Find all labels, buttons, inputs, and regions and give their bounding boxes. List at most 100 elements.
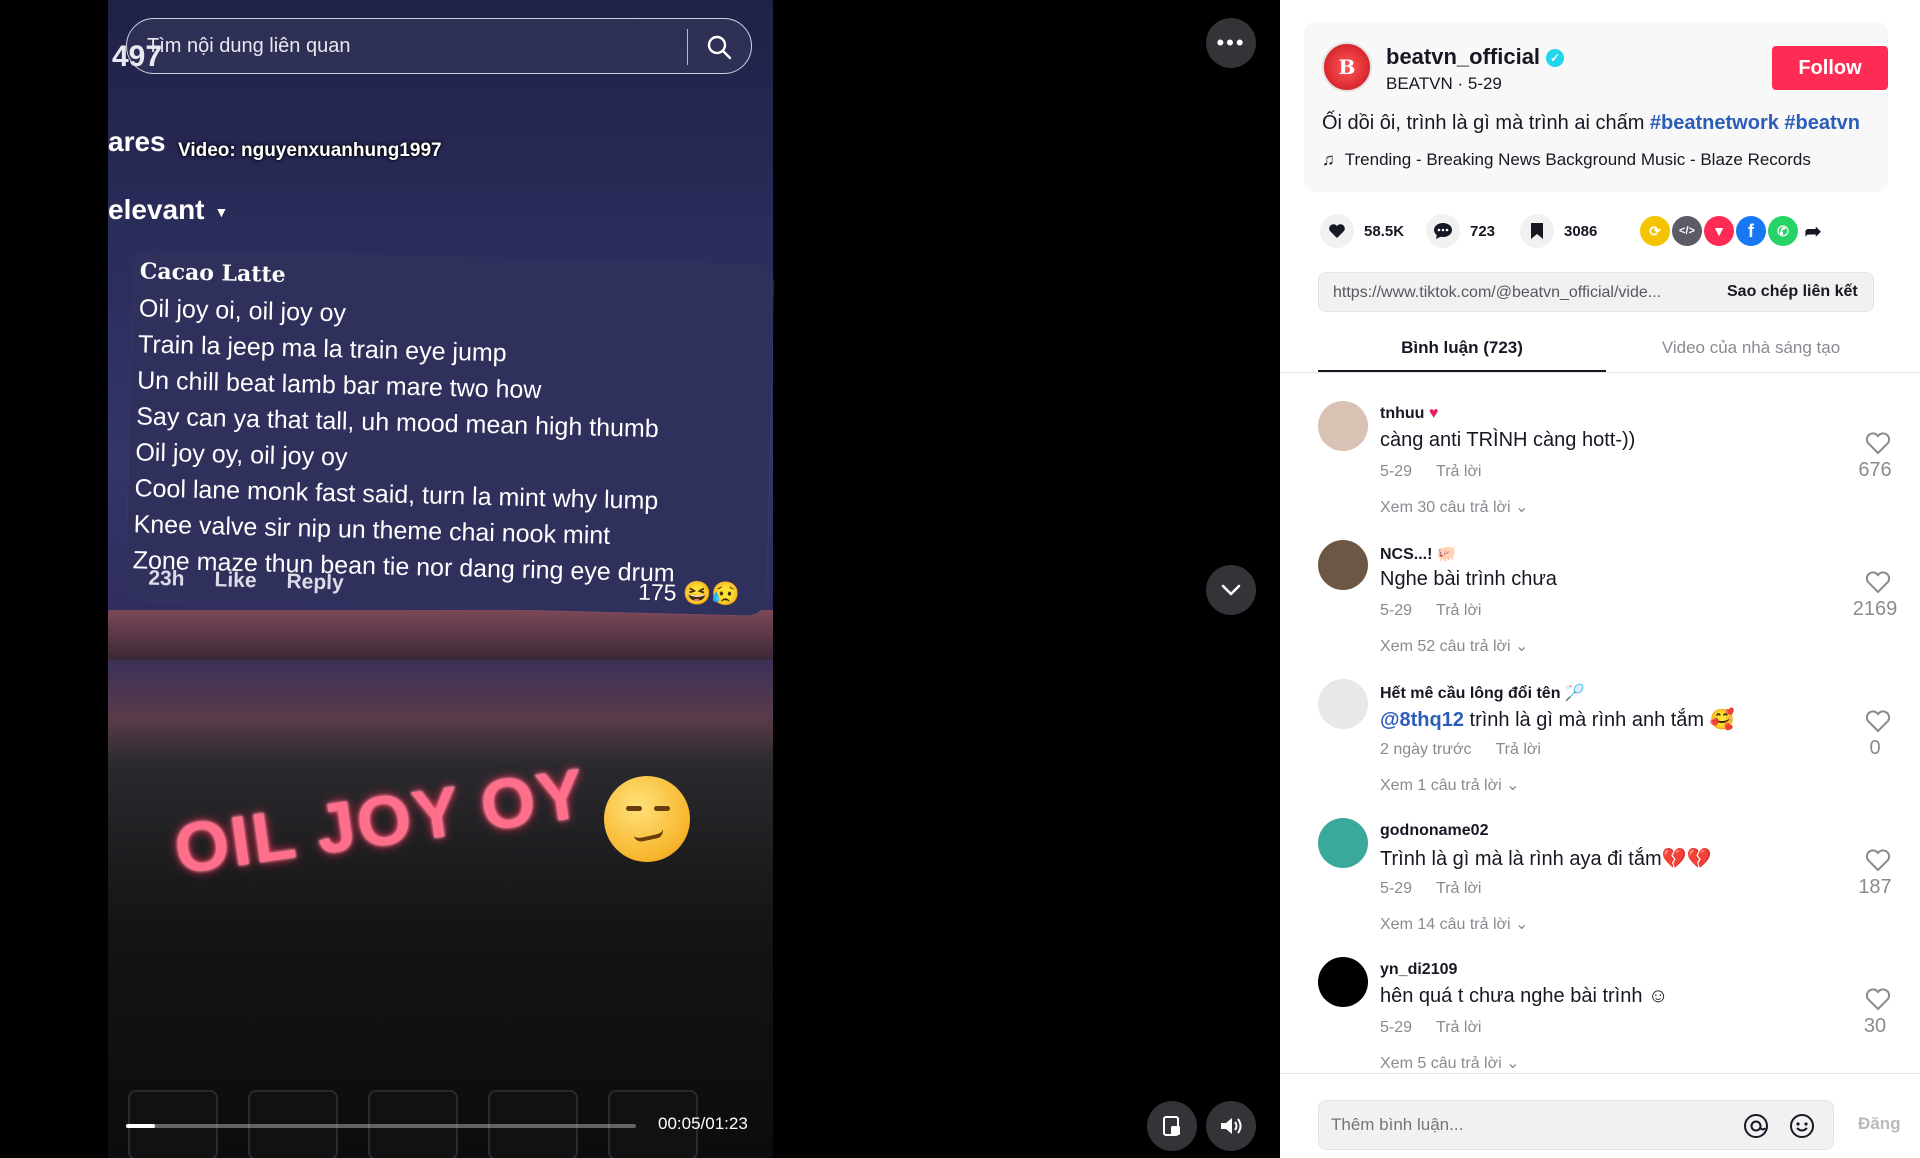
details-panel: B beatvn_official ✓ BEATVN · 5-29 Follow … xyxy=(1280,0,1920,1158)
post-comment-button[interactable]: Đăng xyxy=(1858,1114,1901,1134)
screen-glow xyxy=(108,610,773,660)
comment-text: @8thq12 trình là gì mà rình anh tắm 🥰 xyxy=(1380,707,1735,732)
panel-tabs: Bình luận (723) Video của nhà sáng tạo xyxy=(1318,328,1920,374)
smirk-emoji-icon xyxy=(604,776,690,862)
comment-author[interactable]: tnhuu ♥ xyxy=(1380,405,1438,423)
comment-count: 723 xyxy=(1470,222,1496,240)
like-heart-icon[interactable] xyxy=(1864,570,1892,594)
comment-author-text: Hết mê cầu lông đổi tên xyxy=(1380,685,1561,702)
post-info-card: B beatvn_official ✓ BEATVN · 5-29 Follow … xyxy=(1304,22,1888,192)
view-replies-text: Xem 5 câu trả lời xyxy=(1380,1055,1502,1072)
comment-input-box xyxy=(1318,1100,1834,1150)
search-divider xyxy=(687,29,688,65)
video-progress-fill xyxy=(126,1124,156,1128)
video-time: 00:05/01:23 xyxy=(658,1114,748,1133)
video-stage: 497 Tìm nội dung liên quan ares Video: n… xyxy=(0,0,1280,1158)
like-count: 58.5K xyxy=(1364,222,1405,240)
related-search-bar[interactable]: Tìm nội dung liên quan xyxy=(126,18,752,74)
bookmark-icon xyxy=(1520,214,1554,248)
mini-player-button[interactable] xyxy=(1147,1101,1197,1151)
author-username[interactable]: beatvn_official ✓ xyxy=(1386,44,1565,70)
comment-input[interactable] xyxy=(1331,1101,1731,1149)
comment-author[interactable]: Hết mê cầu lông đổi tên 🏸 xyxy=(1380,683,1585,703)
comment-meta: 2 ngày trước Trả lời xyxy=(1380,741,1541,759)
reply-link[interactable]: Trả lời xyxy=(1436,880,1481,897)
view-replies-link[interactable]: Xem 5 câu trả lời ⌄ xyxy=(1380,1053,1520,1073)
send-icon[interactable]: ▼ xyxy=(1704,216,1734,246)
like-stat[interactable]: 58.5K xyxy=(1320,214,1404,248)
comment-author-text: NCS...! xyxy=(1380,546,1433,563)
volume-icon xyxy=(1221,1118,1242,1134)
comment-item: yn_di2109 hên quá t chưa nghe bài trình … xyxy=(1280,929,1920,1072)
caption-text: Ối dồi ôi, trình là gì mà trình ai chấm xyxy=(1322,112,1650,134)
video-shares-label: ares xyxy=(108,126,166,157)
avatar[interactable] xyxy=(1318,401,1368,451)
love-emoji-icon: 🥰 xyxy=(1709,709,1735,731)
video-credit: Video: nguyenxuanhung1997 xyxy=(178,140,442,161)
comment-author[interactable]: godnoname02 xyxy=(1380,822,1488,840)
comment-stat[interactable]: 723 xyxy=(1426,214,1495,248)
video-comment-card: Cacao Latte Oil joy oi, oil joy oy Train… xyxy=(125,250,775,616)
share-arrow-icon[interactable]: ➦ xyxy=(1798,216,1828,246)
reply-link[interactable]: Trả lời xyxy=(1436,463,1481,480)
pig-emoji-icon: 🐖 xyxy=(1436,546,1457,563)
comment-list: tnhuu ♥ càng anti TRÌNH càng hott-)) 5-2… xyxy=(1280,373,1920,1073)
more-dots-icon: ••• xyxy=(1216,30,1246,55)
whatsapp-icon[interactable]: ✆ xyxy=(1768,216,1798,246)
tab-creator-videos[interactable]: Video của nhà sáng tạo xyxy=(1606,338,1896,358)
reply-link[interactable]: Trả lời xyxy=(1436,1019,1481,1036)
copy-link-button[interactable]: Sao chép liên kết xyxy=(1727,283,1858,301)
volume-button[interactable] xyxy=(1206,1101,1256,1151)
comment-text: càng anti TRÌNH càng hott-)) xyxy=(1380,429,1636,451)
heart-icon xyxy=(1320,214,1354,248)
reply-link[interactable]: Trả lời xyxy=(1436,602,1481,619)
card-author: Cacao Latte xyxy=(139,258,286,288)
comment-like-count: 0 xyxy=(1869,737,1881,759)
comment-author[interactable]: yn_di2109 xyxy=(1380,961,1457,979)
comment-item: tnhuu ♥ càng anti TRÌNH càng hott-)) 5-2… xyxy=(1280,373,1920,516)
comment-meta: 5-29 Trả lời xyxy=(1380,1019,1481,1037)
card-lyrics: Oil joy oi, oil joy oy Train la jeep ma … xyxy=(132,290,681,591)
reply-link[interactable]: Trả lời xyxy=(1495,741,1540,758)
comment-author[interactable]: NCS...! 🐖 xyxy=(1380,544,1457,564)
embed-icon[interactable]: </> xyxy=(1672,216,1702,246)
author-username-text: beatvn_official xyxy=(1386,44,1541,69)
more-options-button[interactable]: ••• xyxy=(1206,18,1256,68)
post-caption: Ối dồi ôi, trình là gì mà trình ai chấm … xyxy=(1322,112,1860,135)
facebook-icon[interactable]: f xyxy=(1736,216,1766,246)
like-heart-icon[interactable] xyxy=(1864,848,1892,872)
hashtag-link[interactable]: #beatvn xyxy=(1784,112,1860,134)
music-info[interactable]: ♫ Trending - Breaking News Background Mus… xyxy=(1322,150,1811,170)
avatar[interactable] xyxy=(1318,679,1368,729)
comment-like-count: 676 xyxy=(1858,459,1892,481)
badminton-emoji-icon: 🏸 xyxy=(1564,685,1585,702)
search-icon[interactable] xyxy=(705,33,733,61)
comment-meta: 5-29 Trả lời xyxy=(1380,463,1481,481)
like-heart-icon[interactable] xyxy=(1864,709,1892,733)
like-heart-icon[interactable] xyxy=(1864,431,1892,455)
avatar[interactable] xyxy=(1318,818,1368,868)
comment-like-count: 187 xyxy=(1858,876,1892,898)
follow-button[interactable]: Follow xyxy=(1772,46,1888,90)
share-link-url[interactable]: https://www.tiktok.com/@beatvn_official/… xyxy=(1333,284,1713,302)
video-progress-bar[interactable] xyxy=(126,1124,636,1128)
avatar[interactable]: B xyxy=(1322,42,1372,92)
emoji-icon[interactable] xyxy=(1789,1113,1815,1139)
avatar[interactable] xyxy=(1318,540,1368,590)
save-stat[interactable]: 3086 xyxy=(1520,214,1597,248)
like-heart-icon[interactable] xyxy=(1864,987,1892,1011)
hashtag-link[interactable]: #beatnetwork xyxy=(1650,112,1779,134)
relieved-emoji-icon: ☺ xyxy=(1648,985,1669,1007)
comment-meta: 5-29 Trả lời xyxy=(1380,880,1481,898)
repost-icon[interactable]: ⟳ xyxy=(1640,216,1670,246)
mention-link[interactable]: @8thq12 xyxy=(1380,709,1464,731)
avatar[interactable] xyxy=(1318,957,1368,1007)
mention-at-icon[interactable] xyxy=(1743,1113,1769,1139)
comment-composer: Đăng xyxy=(1280,1073,1920,1158)
tab-comments[interactable]: Bình luận (723) xyxy=(1318,338,1606,358)
comment-date: 2 ngày trước xyxy=(1380,741,1472,758)
comment-text: hên quá t chưa nghe bài trình ☺ xyxy=(1380,985,1668,1008)
card-meta: 23h Like Reply xyxy=(148,567,374,597)
next-video-button[interactable] xyxy=(1206,565,1256,615)
video-relevant-label: elevant ▼ xyxy=(108,194,228,226)
